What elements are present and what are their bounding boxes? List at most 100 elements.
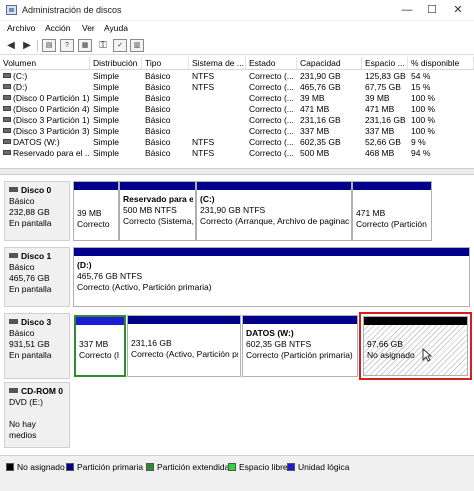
maximize-button[interactable]: ☐: [421, 2, 443, 18]
disk-1-label[interactable]: Disco 1 Básico 465,76 GB En pantalla: [4, 247, 70, 307]
cell-filesystem-text: NTFS: [192, 148, 215, 158]
cell-free-space-text: 337 MB: [365, 126, 395, 136]
show-hide-tree-icon[interactable]: ▤: [42, 39, 56, 52]
disk-type: Básico: [9, 262, 35, 272]
col-distribucion[interactable]: Distribución: [90, 57, 142, 70]
cell-capacity: 231,16 GB: [297, 115, 362, 126]
volume-icon: [3, 106, 11, 111]
key-icon[interactable]: ⚿: [96, 39, 110, 52]
cell-free-space-text: 468 MB: [365, 148, 395, 158]
partition-size: 337 MB: [79, 339, 109, 349]
cell-type: Básico: [142, 71, 189, 82]
partition-size: 231,16 GB: [131, 338, 172, 348]
cell-free-space-text: 471 MB: [365, 104, 395, 114]
cell-layout: Simple: [90, 148, 142, 159]
cell-free-space-text: 39 MB: [365, 93, 390, 103]
col-capacidad[interactable]: Capacidad: [297, 57, 362, 70]
cell-percent-free: 100 %: [408, 104, 474, 115]
cell-capacity: 471 MB: [297, 104, 362, 115]
table-row[interactable]: (Disco 0 Partición 4) Simple Básico Correct…: [0, 104, 474, 115]
partition-disk3-231gb[interactable]: 231,16 GB Correcto (Activo, Partición pr: [127, 315, 241, 377]
table-row[interactable]: (C:) Simple Básico NTFS Correcto (... 231,90 …: [0, 71, 474, 82]
cell-layout-text: Simple: [93, 148, 119, 158]
menu-ver[interactable]: Ver: [82, 23, 95, 33]
cell-volume: Reservado para el ...: [0, 148, 90, 159]
cell-layout-text: Simple: [93, 137, 119, 147]
legend-label: Partición extendida: [157, 462, 230, 472]
cell-layout-text: Simple: [93, 71, 119, 81]
partition-unallocated[interactable]: 97,66 GB No asignado: [363, 316, 468, 376]
cell-free-space: 337 MB: [362, 126, 408, 137]
close-button[interactable]: ✕: [447, 2, 469, 18]
properties-icon[interactable]: ▦: [78, 39, 92, 52]
cell-filesystem: [189, 104, 246, 115]
cell-status: Correcto (...: [246, 148, 297, 159]
cell-capacity-text: 602,35 GB: [300, 137, 341, 147]
table-row[interactable]: (Disco 0 Partición 1) Simple Básico Correct…: [0, 93, 474, 104]
menu-ayuda[interactable]: Ayuda: [104, 23, 128, 33]
cell-type: Básico: [142, 115, 189, 126]
pane-splitter[interactable]: [0, 168, 474, 175]
view-icon[interactable]: ▥: [130, 39, 144, 52]
forward-arrow-icon[interactable]: ▶: [20, 39, 34, 52]
menu-accion[interactable]: Acción: [45, 23, 71, 33]
partition-disk3-337mb[interactable]: 337 MB Correcto (I: [74, 315, 126, 377]
cell-percent-free: 94 %: [408, 148, 474, 159]
table-row[interactable]: (D:) Simple Básico NTFS Correcto (... 465,76 …: [0, 82, 474, 93]
legend-swatch: [66, 463, 74, 471]
cdrom-0-label[interactable]: CD-ROM 0 DVD (E:) No hay medios: [4, 382, 70, 448]
checklist-icon[interactable]: ✓: [113, 39, 127, 52]
cell-layout-text: Simple: [93, 126, 119, 136]
back-arrow-icon[interactable]: ◀: [4, 39, 18, 52]
cell-capacity-text: 500 MB: [300, 148, 330, 158]
disk-state: En pantalla: [9, 284, 52, 294]
cell-free-space-text: 52,66 GB: [365, 137, 401, 147]
table-row[interactable]: DATOS (W:) Simple Básico NTFS Correcto (... 6…: [0, 137, 474, 148]
partition-c[interactable]: (C:) 231,90 GB NTFS Correcto (Arranque, …: [196, 181, 352, 241]
cell-layout: Simple: [90, 82, 142, 93]
partition-disk0-4[interactable]: 471 MB Correcto (Partición: [352, 181, 432, 241]
partition-name: Reservado para el: [123, 194, 193, 204]
col-tipo[interactable]: Tipo: [142, 57, 189, 70]
legend-primary: Partición primaria: [66, 463, 143, 472]
cell-filesystem-text: NTFS: [192, 137, 215, 147]
cell-free-space-text: 231,16 GB: [365, 115, 406, 125]
partition-reserved[interactable]: Reservado para el 500 MB NTFS Correcto (…: [119, 181, 196, 241]
partition-size: 231,90 GB NTFS: [200, 205, 266, 215]
partition-size: 471 MB: [356, 208, 386, 218]
menu-archivo[interactable]: Archivo: [7, 23, 35, 33]
partition-size: 465,76 GB NTFS: [77, 271, 143, 281]
cell-percent-free: 9 %: [408, 137, 474, 148]
cell-capacity-text: 231,16 GB: [300, 115, 341, 125]
cell-capacity: 231,90 GB: [297, 71, 362, 82]
cell-status: Correcto (...: [246, 93, 297, 104]
help-icon[interactable]: ?: [60, 39, 74, 52]
partition-d[interactable]: (D:) 465,76 GB NTFS Correcto (Activo, Pa…: [73, 247, 470, 307]
cell-capacity-text: 231,90 GB: [300, 71, 341, 81]
disk-0-label[interactable]: Disco 0 Básico 232,88 GB En pantalla: [4, 181, 70, 241]
minimize-button[interactable]: —: [396, 2, 418, 18]
cell-free-space: 125,83 GB: [362, 71, 408, 82]
partition-datos-w[interactable]: DATOS (W:) 602,35 GB NTFS Correcto (Part…: [242, 315, 358, 377]
partition-disk0-1[interactable]: 39 MB Correcto: [73, 181, 119, 241]
table-row[interactable]: (Disco 3 Partición 3) Simple Básico Correct…: [0, 126, 474, 137]
col-volumen[interactable]: Volumen: [0, 57, 90, 70]
cell-free-space: 471 MB: [362, 104, 408, 115]
col-espacio[interactable]: Espacio ...: [362, 57, 408, 70]
legend-label: Partición primaria: [77, 462, 144, 472]
cell-status-text: Correcto (...: [249, 115, 294, 125]
table-row[interactable]: Reservado para el ... Simple Básico NTFS Cor…: [0, 148, 474, 159]
col-estado[interactable]: Estado: [246, 57, 297, 70]
cell-capacity-text: 471 MB: [300, 104, 330, 114]
disk-3-label[interactable]: Disco 3 Básico 931,51 GB En pantalla: [4, 313, 70, 379]
col-sistema[interactable]: Sistema de ...: [189, 57, 246, 70]
cell-layout: Simple: [90, 71, 142, 82]
cell-free-space: 39 MB: [362, 93, 408, 104]
col-disponible[interactable]: % disponible: [408, 57, 474, 70]
table-row[interactable]: (Disco 3 Partición 1) Simple Básico Correct…: [0, 115, 474, 126]
disk-size: 465,76 GB: [9, 273, 50, 283]
cell-percent-free-text: 100 %: [411, 93, 436, 103]
cell-free-space: 67,75 GB: [362, 82, 408, 93]
cell-status: Correcto (...: [246, 71, 297, 82]
unallocated-bar: [364, 317, 467, 325]
